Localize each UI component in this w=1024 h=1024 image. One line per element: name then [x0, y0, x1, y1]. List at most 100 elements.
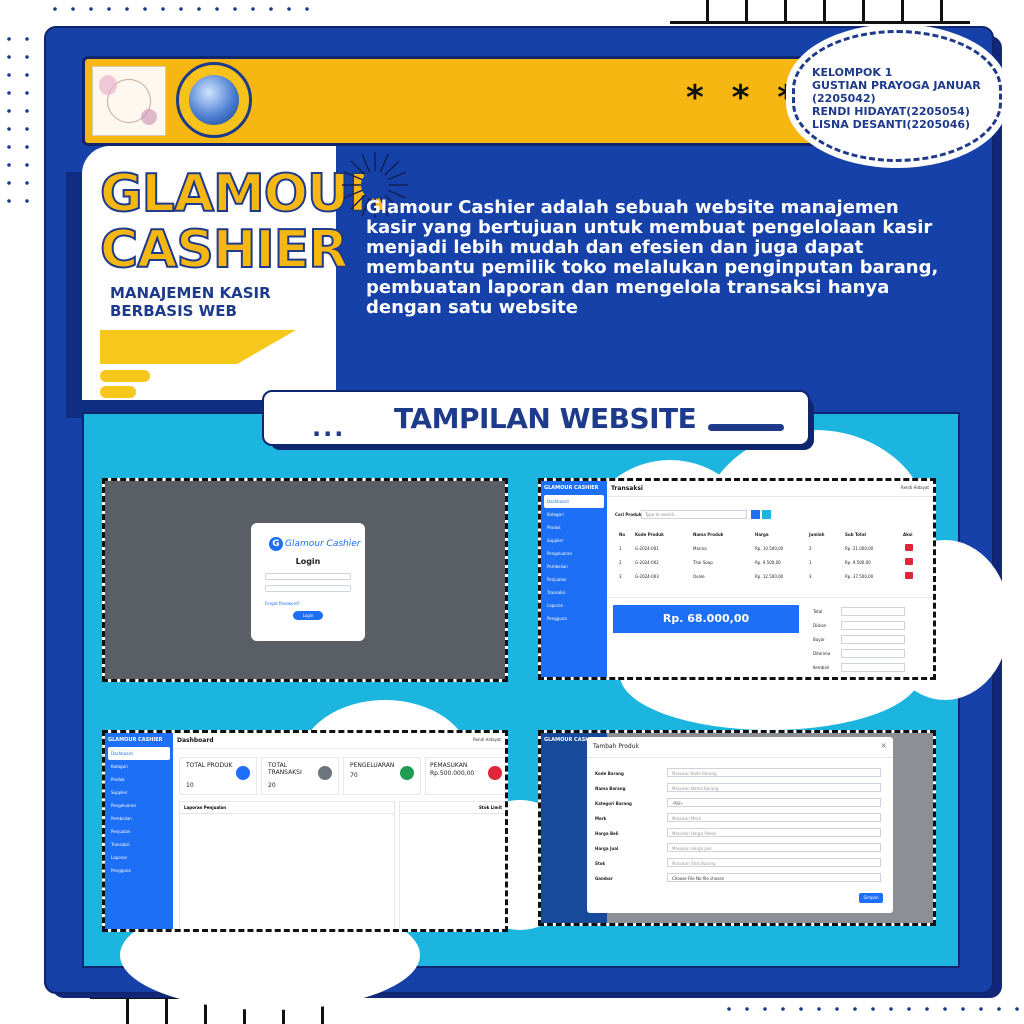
sidebar-item-pembelian[interactable]: Pembelian [105, 812, 173, 825]
sidebar-item-produk[interactable]: Produk [541, 521, 607, 534]
section-dash [708, 424, 784, 431]
section-title: TAMPILAN WEBSITE [394, 402, 697, 435]
sidebar-item-supplier[interactable]: Supplier [105, 786, 173, 799]
transaction-table: No Kode Produk Nama Produk Harga Jumlah … [613, 527, 933, 587]
topbar: Transaksi Rendi Hidayat [607, 481, 933, 497]
stat-label: PENGELUARAN [350, 762, 395, 769]
sidebar-item-transaksi[interactable]: Transaksi [105, 838, 173, 851]
stok-input[interactable]: Masukan Stok Barang [667, 858, 881, 867]
divider [607, 597, 933, 598]
search-button[interactable] [751, 510, 760, 519]
panel-title: Stok Limit [400, 802, 505, 814]
page-title: Transaksi [611, 485, 643, 492]
table-row: 1 G-2024-001 Marina Rp. 10.500,00 2 Rp. … [613, 541, 933, 555]
search-input[interactable]: Type to search... [641, 510, 747, 519]
field-label: Kode Barang [595, 771, 624, 776]
stat-label: TOTAL TRANSAKSI [268, 762, 302, 776]
username-input[interactable] [265, 573, 351, 580]
sidebar: GLAMOUR CASHIER Dashboard Kategori Produ… [541, 481, 607, 677]
cell: Ovale [693, 574, 705, 579]
app-subtitle: MANAJEMEN KASIR BERBASIS WEB [110, 284, 271, 320]
sales-report-panel: Laporan Penjualan [179, 801, 395, 929]
sidebar-item-supplier[interactable]: Supplier [541, 534, 607, 547]
delete-button[interactable] [905, 572, 913, 579]
bayar-field[interactable] [841, 635, 905, 644]
field-label: Merk [595, 816, 607, 821]
harga-jual-input[interactable]: Masukan Harga Jual [667, 843, 881, 852]
topbar: Dashboard Rendi Hidayat [173, 733, 505, 749]
sidebar-item-pengeluaran[interactable]: Pengeluaran [541, 547, 607, 560]
sidebar-item-pengguna[interactable]: Pengguna [541, 612, 607, 625]
dot-pattern-bottom [720, 1000, 1020, 1024]
glamour-logo [92, 66, 166, 136]
money-icon [488, 766, 502, 780]
kode-barang-input[interactable]: Masukan Kode Barang [667, 768, 881, 777]
team-line: GUSTIAN PRAYOGA JANUAR [812, 79, 981, 92]
sidebar-item-produk[interactable]: Produk [105, 773, 173, 786]
stat-label: PEMASUKAN [430, 762, 468, 769]
cell: Marina [693, 546, 707, 551]
sidebar-item-dashboard[interactable]: Dashboard [108, 747, 170, 760]
cell: 3 [619, 574, 622, 579]
user-name[interactable]: Rendi Hidayat [473, 737, 501, 742]
kategori-select[interactable]: -Pilih- [667, 798, 881, 807]
sidebar-item-kategori[interactable]: Kategori [105, 760, 173, 773]
cart-icon [318, 766, 332, 780]
grid-lines-top [670, 0, 970, 24]
sidebar-item-laporan[interactable]: Laporan [541, 599, 607, 612]
add-button[interactable] [762, 510, 771, 519]
total-display: Rp. 68.000,00 [613, 605, 799, 633]
cell: Rp. 37.500,00 [845, 574, 874, 579]
col-jumlah: Jumlah [809, 532, 825, 537]
kembali-field[interactable] [841, 663, 905, 672]
login-button[interactable]: Login [293, 611, 323, 620]
password-input[interactable] [265, 585, 351, 592]
cell: G-2024-001 [635, 546, 659, 551]
cell: Rp. 21.000,00 [845, 546, 874, 551]
sidebar-item-pengguna[interactable]: Pengguna [105, 864, 173, 877]
cell: 2 [619, 560, 622, 565]
modal-title: Tambah Produk [593, 743, 639, 750]
stat-value: 20 [268, 782, 276, 789]
login-title: Login [295, 557, 321, 566]
sidebar-brand: GLAMOUR CASHIER [544, 485, 599, 491]
sidebar-item-pengeluaran[interactable]: Pengeluaran [105, 799, 173, 812]
stat-value: 10 [186, 782, 194, 789]
panel-title: Laporan Penjualan [180, 802, 394, 814]
sidebar-item-pembelian[interactable]: Pembelian [541, 560, 607, 573]
user-name[interactable]: Rendi Hidayat [901, 485, 929, 490]
diterima-field[interactable] [841, 649, 905, 658]
merk-input[interactable]: Masukan Merk [667, 813, 881, 822]
team-line: KELOMPOK 1 [812, 66, 893, 79]
subtitle-line-2: BERBASIS WEB [110, 302, 237, 320]
total-field[interactable] [841, 607, 905, 616]
forgot-password-link[interactable]: Forgot Password? [265, 601, 300, 606]
sidebar-item-transaksi[interactable]: Transaksi [541, 586, 607, 599]
delete-button[interactable] [905, 558, 913, 565]
sidebar-item-dashboard[interactable]: Dashboard [544, 495, 604, 508]
sidebar-item-penjualan[interactable]: Penjualan [541, 573, 607, 586]
page-title: Dashboard [177, 737, 214, 744]
field-label: Stok [595, 861, 606, 866]
gambar-file-input[interactable]: Choose File No file chosen [667, 873, 881, 882]
nama-barang-input[interactable]: Masukan Nama Barang [667, 783, 881, 792]
login-card: G Glamour Cashier Login Forgot Password?… [251, 523, 365, 641]
modal-divider [587, 757, 893, 758]
stat-label: TOTAL PRODUK [186, 762, 233, 769]
sidebar-item-laporan[interactable]: Laporan [105, 851, 173, 864]
harga-beli-input[interactable]: Masukan Harga Pokok [667, 828, 881, 837]
login-screenshot: G Glamour Cashier Login Forgot Password?… [102, 478, 508, 682]
save-button[interactable]: Simpan [859, 893, 883, 903]
team-line: RENDI HIDAYAT(2205054) [812, 105, 970, 118]
login-brand: Glamour Cashier [285, 539, 361, 549]
stat-card: TOTAL TRANSAKSI 20 [261, 757, 339, 795]
polytechnic-logo [176, 62, 252, 138]
close-icon[interactable]: × [880, 741, 887, 750]
team-line: LISNA DESANTI(2205046) [812, 118, 971, 131]
title-line-2: CASHIER [99, 220, 349, 280]
delete-button[interactable] [905, 544, 913, 551]
diskon-field[interactable] [841, 621, 905, 630]
stat-card: PEMASUKAN Rp.500.000,00 [425, 757, 505, 795]
sidebar-item-kategori[interactable]: Kategori [541, 508, 607, 521]
sidebar-item-penjualan[interactable]: Penjualan [105, 825, 173, 838]
